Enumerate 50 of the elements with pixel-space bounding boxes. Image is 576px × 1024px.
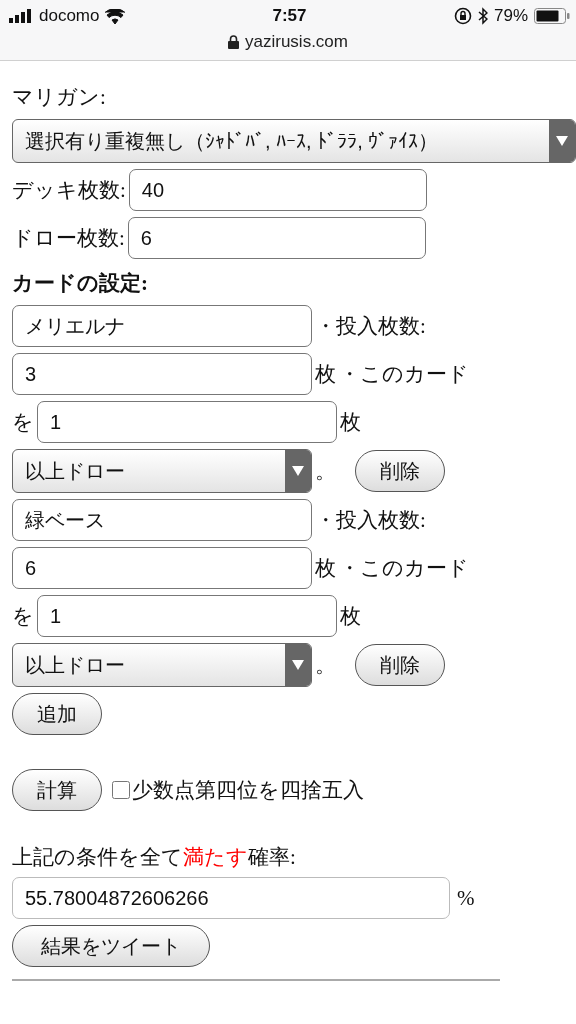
card-count-field[interactable]: 6	[12, 547, 312, 589]
result-field[interactable]: 55.78004872606266	[12, 877, 450, 919]
caret-icon	[291, 659, 305, 671]
unit-label: 枚	[315, 555, 336, 582]
draw-size-field[interactable]: 6	[127, 217, 426, 259]
deck-size-label: デッキ枚数:	[12, 177, 126, 204]
unit-label: 枚	[315, 361, 336, 388]
card-name-field[interactable]: 緑ベース	[12, 499, 312, 541]
particle-label: を	[12, 409, 34, 436]
section-heading: カードの設定:	[12, 270, 149, 297]
caret-icon	[555, 135, 569, 147]
signal-icon	[9, 9, 33, 23]
card-count-field[interactable]: 3	[12, 353, 312, 395]
caret-icon	[291, 465, 305, 477]
unit-label: 枚	[340, 409, 361, 436]
delete-button[interactable]: 削除	[355, 644, 445, 686]
condition-dropdown[interactable]: 以上ドロー	[12, 643, 312, 687]
calculate-button[interactable]: 計算	[12, 769, 102, 811]
draw-count-field[interactable]: 1	[37, 595, 337, 637]
result-label: 上記の条件を全て満たす確率:	[12, 844, 296, 871]
count-label: ・投入枚数:	[315, 507, 426, 534]
battery-percent: 79%	[493, 6, 528, 26]
battery-icon	[534, 8, 570, 24]
this-card-label: ・このカード	[339, 555, 469, 582]
mulligan-dropdown[interactable]: 選択有り重複無し（ｼｬﾄﾞﾊﾞ, ﾊｰｽ, ﾄﾞﾗﾗ, ｳﾞｧｲｽ）	[12, 119, 576, 163]
lock-icon	[228, 35, 239, 49]
clock-time: 7:57	[272, 6, 307, 26]
particle-label: を	[12, 603, 34, 630]
percent-label: %	[457, 885, 475, 911]
round-checkbox[interactable]	[112, 781, 130, 799]
tweet-button[interactable]: 結果をツイート	[12, 925, 210, 967]
period-label: 。	[315, 458, 336, 485]
draw-count-label: ドロー枚数:	[12, 225, 125, 252]
draw-count-field[interactable]: 1	[37, 401, 337, 443]
unit-label: 枚	[340, 603, 361, 630]
count-label: ・投入枚数:	[315, 313, 426, 340]
delete-button[interactable]: 削除	[355, 450, 445, 492]
deck-size-field[interactable]: 40	[128, 169, 427, 211]
card-name-field[interactable]: メリエルナ	[12, 305, 312, 347]
mulligan-label: マリガン:	[12, 84, 106, 111]
add-button[interactable]: 追加	[12, 693, 102, 735]
bluetooth-icon	[477, 7, 488, 25]
rotation-lock-icon	[453, 7, 472, 25]
period-label: 。	[315, 652, 336, 679]
carrier-name: docomo	[39, 6, 100, 26]
condition-dropdown[interactable]: 以上ドロー	[12, 449, 312, 493]
this-card-label: ・このカード	[339, 361, 469, 388]
url-text: yazirusis.com	[245, 32, 348, 52]
round-option-label: 少数点第四位を四捨五入	[132, 777, 364, 804]
wifi-icon	[105, 8, 126, 24]
